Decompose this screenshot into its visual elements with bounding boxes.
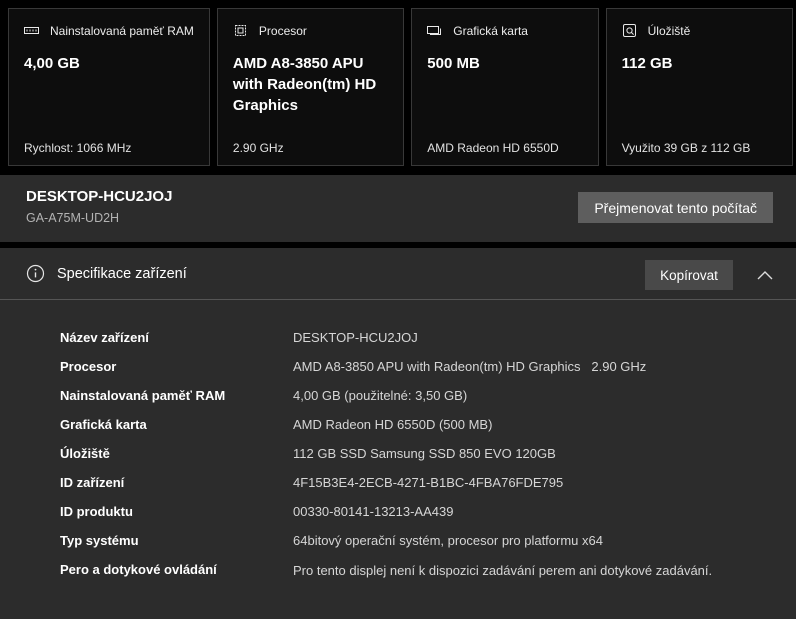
computer-model: GA-A75M-UD2H [26,211,120,225]
memory-icon [24,23,39,38]
computer-name: DESKTOP-HCU2JOJ [26,188,173,205]
card-gpu-footer: AMD Radeon HD 6550D [427,141,559,155]
spec-value: DESKTOP-HCU2JOJ [293,330,418,345]
card-storage: Úložiště 112 GB Využito 39 GB z 112 GB [605,8,793,166]
info-icon [26,264,45,283]
card-processor: Procesor AMD A8-3850 APU with Radeon(tm)… [216,8,405,166]
spec-row: Grafická karta AMD Radeon HD 6550D (500 … [60,415,770,435]
spec-label: Název zařízení [60,330,149,345]
card-gpu-value: 500 MB [427,55,480,72]
specs-table: Název zařízení DESKTOP-HCU2JOJ Procesor … [0,300,796,581]
copy-button[interactable]: Kopírovat [645,260,733,290]
spec-label: Pero a dotykové ovládání [60,562,217,577]
spec-value: AMD A8-3850 APU with Radeon(tm) HD Graph… [293,359,647,374]
spec-row: ID produktu 00330-80141-13213-AA439 [60,502,770,522]
storage-icon [622,23,637,38]
spec-row: Pero a dotykové ovládání Pro tento displ… [60,560,770,581]
spec-value: 112 GB SSD Samsung SSD 850 EVO 120GB [293,446,556,461]
card-storage-value: 112 GB [621,55,673,72]
spec-label: Grafická karta [60,417,147,432]
spec-label: Typ systému [60,533,139,548]
card-storage-label: Úložiště [647,23,691,38]
spec-row: Úložiště 112 GB SSD Samsung SSD 850 EVO … [60,444,770,464]
spec-label: Úložiště [60,446,110,461]
spec-value: 64bitový operační systém, procesor pro p… [293,533,603,548]
gpu-icon [427,23,442,38]
cpu-icon [233,23,248,38]
spec-row: Procesor AMD A8-3850 APU with Radeon(tm)… [60,357,770,377]
spec-label: Nainstalovaná paměť RAM [60,388,226,403]
spec-row: Typ systému 64bitový operační systém, pr… [60,531,770,551]
spec-value: 4F15B3E4-2ECB-4271-B1BC-4FBA76FDE795 [293,475,564,490]
spec-label: ID produktu [60,504,133,519]
card-processor-label: Procesor [258,23,307,38]
card-ram: Nainstalovaná paměť RAM 4,00 GB Rychlost… [8,8,210,166]
spec-row: Název zařízení DESKTOP-HCU2JOJ [60,328,770,348]
card-ram-label: Nainstalovaná paměť RAM [50,23,194,38]
rename-pc-button[interactable]: Přejmenovat tento počítač [578,192,773,223]
collapse-toggle[interactable] [749,259,781,291]
card-ram-value: 4,00 GB [24,55,80,72]
device-specifications-section: Specifikace zařízení Kopírovat Název zař… [0,248,796,619]
spec-label: Procesor [60,359,117,374]
card-processor-value: AMD A8-3850 APU with Radeon(tm) HD Graph… [232,55,377,114]
specs-header: Specifikace zařízení Kopírovat [0,248,796,300]
spec-label: ID zařízení [60,475,125,490]
spec-row: ID zařízení 4F15B3E4-2ECB-4271-B1BC-4FBA… [60,473,770,493]
card-gpu-label: Grafická karta [453,23,528,38]
card-ram-footer: Rychlost: 1066 MHz [24,141,132,155]
card-storage-footer: Využito 39 GB z 112 GB [621,141,751,155]
spec-value: 00330-80141-13213-AA439 [293,504,454,519]
spec-value: AMD Radeon HD 6550D (500 MB) [293,417,493,432]
specs-title: Specifikace zařízení [57,266,187,282]
settings-about-page: Nainstalovaná paměť RAM 4,00 GB Rychlost… [0,0,796,619]
chevron-up-icon [756,270,774,281]
system-cards-row: Nainstalovaná paměť RAM 4,00 GB Rychlost… [8,8,793,166]
spec-row: Nainstalovaná paměť RAM 4,00 GB (použite… [60,386,770,406]
spec-value: Pro tento displej není k dispozici zadáv… [293,563,713,578]
computer-name-bar: DESKTOP-HCU2JOJ GA-A75M-UD2H Přejmenovat… [0,175,796,242]
card-processor-footer: 2.90 GHz [232,141,284,155]
card-gpu: Grafická karta 500 MB AMD Radeon HD 6550… [411,8,599,166]
spec-value: 4,00 GB (použitelné: 3,50 GB) [293,388,468,403]
